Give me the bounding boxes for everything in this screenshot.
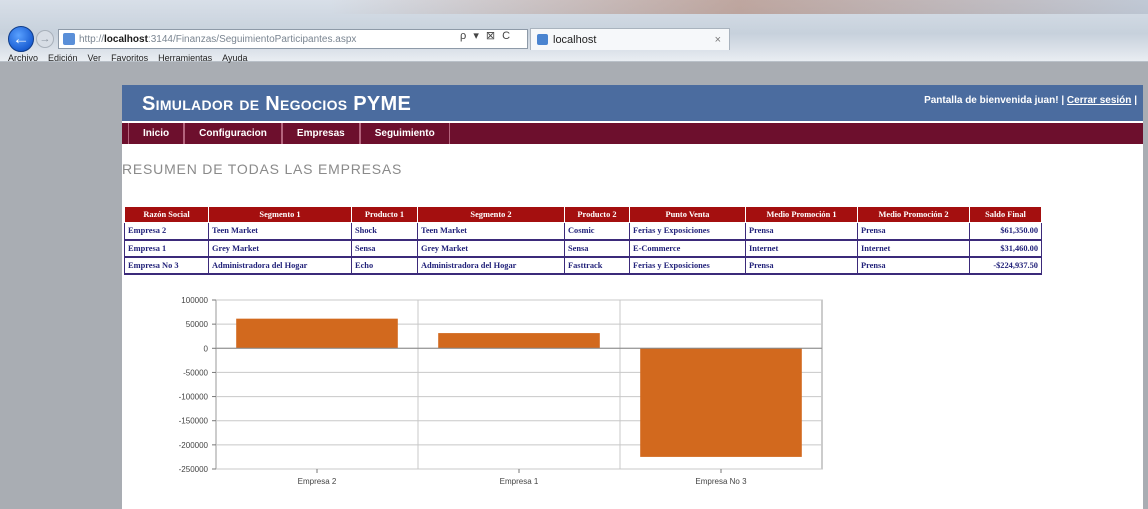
back-arrow-icon: ← (12, 29, 30, 48)
y-tick-label: 50000 (186, 320, 209, 329)
browser-tab[interactable]: localhost × (530, 28, 730, 50)
menu-herramientas[interactable]: Herramientas (158, 53, 212, 63)
bar (236, 318, 398, 349)
forward-arrow-icon: → (39, 33, 51, 45)
x-tick-label: Empresa 1 (500, 477, 539, 486)
menu-archivo[interactable]: Archivo (8, 53, 38, 63)
browser-chrome: ← → http:// localhost :3144/Finanzas/Seg… (0, 0, 1148, 63)
x-tick-label: Empresa No 3 (695, 477, 747, 486)
x-tick-label: Empresa 2 (298, 477, 337, 486)
y-tick-label: -100000 (179, 393, 209, 402)
y-tick-label: 100000 (181, 296, 208, 305)
y-tick-label: -200000 (179, 441, 209, 450)
forward-button[interactable]: → (36, 30, 54, 48)
balance-chart: 100000 50000 0 -50000 -100000 -150000 -200000 -… (179, 296, 823, 486)
tab-title: localhost (553, 33, 597, 46)
menu-ayuda[interactable]: Ayuda (222, 53, 247, 63)
back-button[interactable]: ← (8, 26, 34, 52)
close-tab-icon[interactable]: × (715, 34, 721, 46)
menu-favoritos[interactable]: Favoritos (111, 53, 148, 63)
y-tick-label: -150000 (179, 417, 209, 426)
page-content: Simulador de Negocios PYME Pantalla de b… (122, 85, 1143, 509)
bar (640, 348, 802, 457)
address-bar[interactable]: http:// localhost :3144/Finanzas/Seguimi… (58, 29, 528, 49)
menu-ver[interactable]: Ver (88, 53, 102, 63)
y-tick-label: 0 (204, 344, 209, 353)
window-titlebar (330, 0, 1148, 14)
y-tick-label: -50000 (183, 368, 208, 377)
bar (438, 333, 600, 349)
address-prefix: http:// (79, 33, 105, 45)
tab-favicon-icon (537, 34, 548, 45)
page-icon (63, 33, 75, 45)
address-path: :3144/Finanzas/SeguimientoParticipantes.… (147, 33, 357, 45)
address-host: localhost (104, 33, 148, 45)
menu-edicion[interactable]: Edición (48, 53, 78, 63)
y-tick-label: -250000 (179, 465, 209, 474)
menu-bar: Archivo Edición Ver Favoritos Herramient… (0, 53, 247, 63)
address-controls[interactable]: ρ ▾ ⊠ C (460, 29, 512, 42)
